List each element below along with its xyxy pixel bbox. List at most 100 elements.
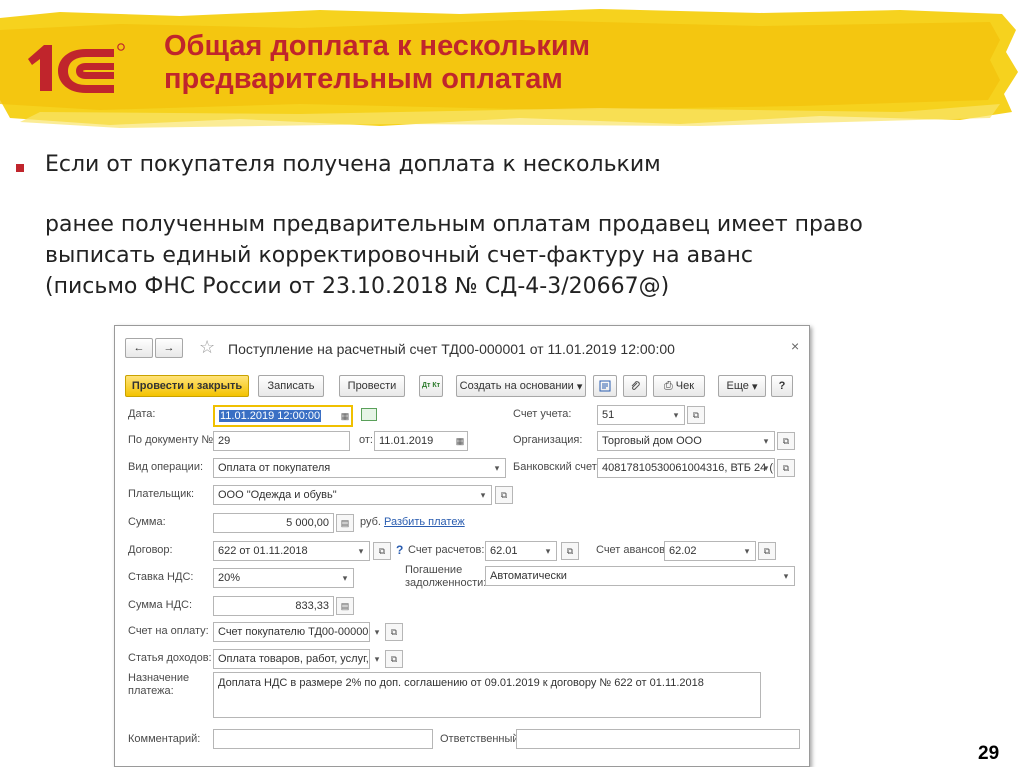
organization-field[interactable]: Торговый дом ООО xyxy=(597,431,775,451)
body-text-line-3: выписать единый корректировочный счет-фа… xyxy=(45,243,754,268)
contract-label: Договор: xyxy=(128,544,173,556)
calculator-icon[interactable]: ▤ xyxy=(336,514,354,532)
dropdown-arrow-icon[interactable]: ▾ xyxy=(758,459,774,477)
responsible-label: Ответственный: xyxy=(440,733,522,745)
payer-field[interactable]: ООО "Одежда и обувь" xyxy=(213,485,492,505)
income-item-field[interactable]: Оплата товаров, работ, услуг, xyxy=(213,649,370,669)
calendar-icon[interactable]: ▦ xyxy=(337,407,353,425)
calculator-icon[interactable]: ▤ xyxy=(336,597,354,615)
invoice-field[interactable]: Счет покупателю ТД00-000002 о xyxy=(213,622,370,642)
purpose-label-line-1: Назначение xyxy=(128,672,190,684)
operation-type-select[interactable]: Оплата от покупателя xyxy=(213,458,506,478)
debt-repayment-select[interactable]: Автоматически xyxy=(485,566,795,586)
save-button[interactable]: Записать xyxy=(258,375,324,397)
settlement-account-label: Счет расчетов: xyxy=(408,544,485,556)
dropdown-arrow-icon[interactable]: ▾ xyxy=(668,406,684,424)
forward-button[interactable]: → xyxy=(155,338,183,358)
doc-number-field[interactable]: 29 xyxy=(213,431,350,451)
comment-label: Комментарий: xyxy=(128,733,201,745)
date-label: Дата: xyxy=(128,408,156,420)
post-button[interactable]: Провести xyxy=(339,375,405,397)
open-item-icon[interactable]: ⧉ xyxy=(385,650,403,668)
body-text-line-4: (письмо ФНС России от 23.10.2018 № СД-4-… xyxy=(45,274,670,299)
account-label: Счет учета: xyxy=(513,408,572,420)
sum-label: Сумма: xyxy=(128,516,166,528)
date-value: 11.01.2019 12:00:00 xyxy=(219,410,322,422)
vat-sum-label: Сумма НДС: xyxy=(128,599,193,611)
body-text-line-1: Если от покупателя получена доплата к не… xyxy=(45,152,661,177)
income-item-label: Статья доходов: xyxy=(128,652,212,664)
dropdown-arrow-icon[interactable]: ▾ xyxy=(540,542,556,560)
open-item-icon[interactable]: ⧉ xyxy=(495,486,513,504)
slide-title: Общая доплата к нескольким предварительн… xyxy=(164,30,591,95)
create-based-on-label: Создать на основании xyxy=(459,380,574,392)
sum-field[interactable]: 5 000,00 xyxy=(213,513,334,533)
open-item-icon[interactable]: ⧉ xyxy=(777,459,795,477)
advance-account-label: Счет авансов: xyxy=(596,544,669,556)
open-item-icon[interactable]: ⧉ xyxy=(687,406,705,424)
printer-icon: ⎙ xyxy=(663,379,673,392)
from-label: от: xyxy=(359,434,373,446)
window-title: Поступление на расчетный счет ТД00-00000… xyxy=(228,341,675,357)
payment-purpose-textarea[interactable]: Доплата НДС в размере 2% по доп. соглаше… xyxy=(213,672,761,718)
open-item-icon[interactable]: ⧉ xyxy=(758,542,776,560)
dropdown-arrow-icon[interactable]: ▾ xyxy=(475,486,491,504)
date-field[interactable]: 11.01.2019 12:00:00 xyxy=(213,405,353,427)
vat-sum-field[interactable]: 833,33 xyxy=(213,596,334,616)
dropdown-arrow-icon[interactable]: ▾ xyxy=(369,623,385,641)
dropdown-arrow-icon: ▾ xyxy=(576,380,583,393)
open-item-icon[interactable]: ⧉ xyxy=(561,542,579,560)
open-item-icon[interactable]: ⧉ xyxy=(373,542,391,560)
operation-type-label: Вид операции: xyxy=(128,461,204,473)
vat-rate-select[interactable]: 20% xyxy=(213,568,354,588)
debt-repayment-label-line-1: Погашение xyxy=(405,564,463,576)
page-number: 29 xyxy=(978,743,1000,764)
vat-rate-label: Ставка НДС: xyxy=(128,571,194,583)
dropdown-arrow-icon[interactable]: ▾ xyxy=(489,459,505,477)
dropdown-arrow-icon[interactable]: ▾ xyxy=(778,567,794,585)
dropdown-arrow-icon[interactable]: ▾ xyxy=(353,542,369,560)
post-and-close-button[interactable]: Провести и закрыть xyxy=(125,375,249,397)
bullet-marker xyxy=(16,164,24,172)
invoice-label: Счет на оплату: xyxy=(128,625,209,637)
logo-1c xyxy=(28,43,125,93)
report-icon[interactable] xyxy=(593,375,617,397)
dropdown-arrow-icon[interactable]: ▾ xyxy=(758,432,774,450)
back-arrow-icon: ← xyxy=(133,342,145,354)
dropdown-arrow-icon[interactable]: ▾ xyxy=(337,569,353,587)
favorite-star-icon[interactable]: ☆ xyxy=(199,337,215,358)
attachment-icon[interactable] xyxy=(623,375,647,397)
back-button[interactable]: ← xyxy=(125,338,153,358)
organization-label: Организация: xyxy=(513,434,583,446)
open-item-icon[interactable]: ⧉ xyxy=(777,432,795,450)
help-question-icon[interactable]: ? xyxy=(396,543,403,557)
comment-field[interactable] xyxy=(213,729,433,749)
calendar-icon[interactable]: ▦ xyxy=(452,432,468,450)
contract-field[interactable]: 622 от 01.11.2018 xyxy=(213,541,370,561)
body-text-line-2: ранее полученным предварительным оплатам… xyxy=(45,212,863,237)
create-based-on-button[interactable]: Создать на основании ▾ xyxy=(456,375,586,397)
payer-label: Плательщик: xyxy=(128,488,195,500)
check-label: Чек xyxy=(675,380,695,392)
bank-account-field[interactable]: 40817810530061004316, ВТБ 24 (П xyxy=(597,458,775,478)
dt-kt-icon[interactable]: Дт Кт xyxy=(419,375,443,397)
more-label: Еще xyxy=(726,380,749,392)
forward-arrow-icon: → xyxy=(163,342,175,354)
doc-number-label: По документу №: xyxy=(128,434,217,446)
bank-account-label: Банковский счет: xyxy=(513,461,600,473)
document-window: ← → ☆ Поступление на расчетный счет ТД00… xyxy=(114,325,810,767)
responsible-field[interactable] xyxy=(516,729,800,749)
close-icon[interactable]: × xyxy=(791,338,799,354)
more-button[interactable]: Еще ▾ xyxy=(718,375,766,397)
purpose-label-line-2: платежа: xyxy=(128,685,174,697)
more-arrow-icon: ▾ xyxy=(751,380,758,393)
document-status-icon xyxy=(361,408,377,421)
open-item-icon[interactable]: ⧉ xyxy=(385,623,403,641)
split-payment-link[interactable]: Разбить платеж xyxy=(384,516,465,528)
dropdown-arrow-icon[interactable]: ▾ xyxy=(739,542,755,560)
check-button[interactable]: ⎙ Чек xyxy=(653,375,705,397)
currency-label: руб. xyxy=(360,516,381,528)
help-button[interactable]: ? xyxy=(771,375,793,397)
dropdown-arrow-icon[interactable]: ▾ xyxy=(369,650,385,668)
debt-repayment-label-line-2: задолженности: xyxy=(405,577,487,589)
